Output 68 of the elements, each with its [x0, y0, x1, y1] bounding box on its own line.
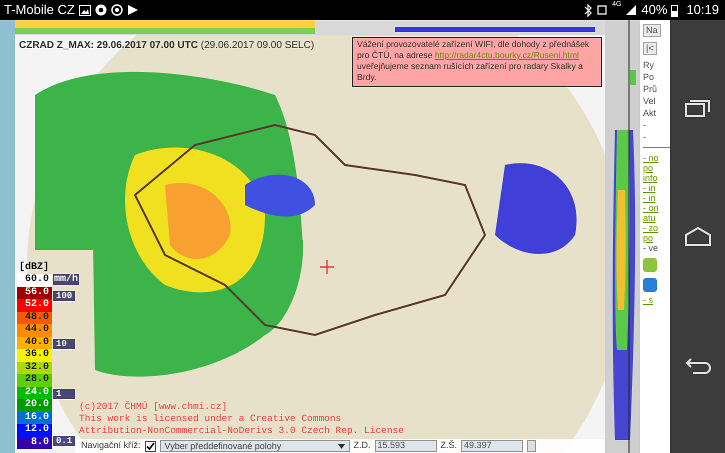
panel-button[interactable]: |<	[643, 42, 657, 55]
small-button[interactable]	[527, 440, 536, 452]
battery-icon	[671, 4, 678, 16]
panel-text: Akt	[643, 108, 658, 118]
panel-text: Ry	[643, 60, 655, 70]
app-icon[interactable]	[643, 278, 657, 292]
preset-select[interactable]: Vyber předdefinované polohy	[160, 440, 350, 452]
longitude-label: Z.D.	[354, 439, 371, 452]
crosshair-icon	[319, 259, 335, 275]
rain-scale-mark: 0.1	[53, 436, 75, 447]
panel-link[interactable]: - zo	[643, 223, 670, 233]
panel-text: Po	[643, 72, 656, 82]
latitude-field[interactable]: 49.397	[461, 440, 524, 452]
panel-link[interactable]: - in	[643, 183, 670, 193]
panel-text: Prů	[643, 84, 658, 94]
image-icon	[78, 4, 91, 16]
legend-level: 28.0	[17, 374, 52, 386]
clock-time: 10:19	[686, 1, 719, 20]
panel-link[interactable]: info	[643, 173, 670, 183]
legend-level: 36.0	[17, 349, 52, 362]
legend-level: 48.0	[17, 312, 52, 324]
legend-level: 12.0	[17, 424, 52, 436]
caret-icon	[338, 444, 345, 450]
recent-apps-icon[interactable]	[684, 98, 710, 118]
panel-link[interactable]: - no	[643, 153, 670, 163]
panel-text: - ve	[643, 243, 660, 253]
rain-scale-mark: 10	[53, 339, 75, 350]
home-icon[interactable]	[684, 226, 710, 246]
panel-text: -	[643, 132, 647, 142]
rain-scale-mark: 1	[53, 389, 75, 400]
wifi-notice: Vážení provozovatelé zařízení WIFI, dle dohody z přednášek pro ČTÚ, na adrese http://radar4ctu.bourky.cz/Ruseni.html uveřejňujeme seznam rušících zařízení pro radary Skalky a Brdy.	[352, 37, 602, 87]
play-icon	[126, 4, 139, 16]
crosshair-label: Navigační kříž:	[81, 439, 141, 452]
battery-level: 40%	[641, 1, 668, 20]
notice-link[interactable]: http://radar4ctu.bourky.cz/Ruseni.html	[434, 50, 579, 60]
legend-level: 44.0	[17, 324, 52, 336]
panel-link[interactable]: po	[643, 163, 670, 173]
rain-unit: mm/h	[53, 274, 80, 285]
map-title: CZRAD Z_MAX: 29.06.2017 07.00 UTC (29.06.2017 09.00 SELC)	[19, 39, 314, 53]
copyright-line: (c)2017 ČHMÚ [www.chmi.cz]	[79, 401, 228, 413]
legend-level: 24.0	[17, 386, 52, 399]
panel-link[interactable]: - in	[643, 193, 670, 203]
legend-level: 8.0	[17, 436, 52, 449]
panel-link[interactable]: atu	[643, 213, 670, 223]
legend-level: 20.0	[17, 399, 52, 412]
copyright-line: Attribution-NonCommercial-NoDerivs 3.0 Czech Rep. License	[79, 425, 404, 437]
legend-level: 16.0	[17, 412, 52, 424]
bluetooth-icon	[584, 4, 592, 16]
carrier-name: T-Mobile CZ	[4, 1, 75, 20]
browser-icon	[94, 4, 107, 16]
longitude-field[interactable]: 15.593	[374, 440, 437, 452]
latitude-label: Z.Š.	[440, 439, 458, 452]
panel-link[interactable]: po	[643, 233, 670, 243]
legend-level: 56.0	[17, 286, 52, 299]
legend-unit: [dBZ]	[18, 262, 50, 274]
legend-level: 60.0	[17, 274, 52, 286]
signal-icon	[625, 4, 638, 16]
crosshair-checkbox[interactable]	[144, 440, 156, 452]
legend-level: 52.0	[17, 299, 52, 312]
legend-level: 40.0	[17, 336, 52, 349]
copyright-line: This work is licensed under a Creative Commons	[79, 413, 342, 425]
panel-text: Vel	[643, 96, 657, 106]
panel-button[interactable]: Na	[643, 24, 661, 37]
panel-text: -	[643, 120, 647, 130]
legend-level: 32.0	[17, 362, 52, 374]
panel-link[interactable]: - s	[643, 295, 670, 305]
rain-scale-mark: 100	[53, 291, 75, 302]
panel-link[interactable]: - on	[643, 203, 670, 213]
